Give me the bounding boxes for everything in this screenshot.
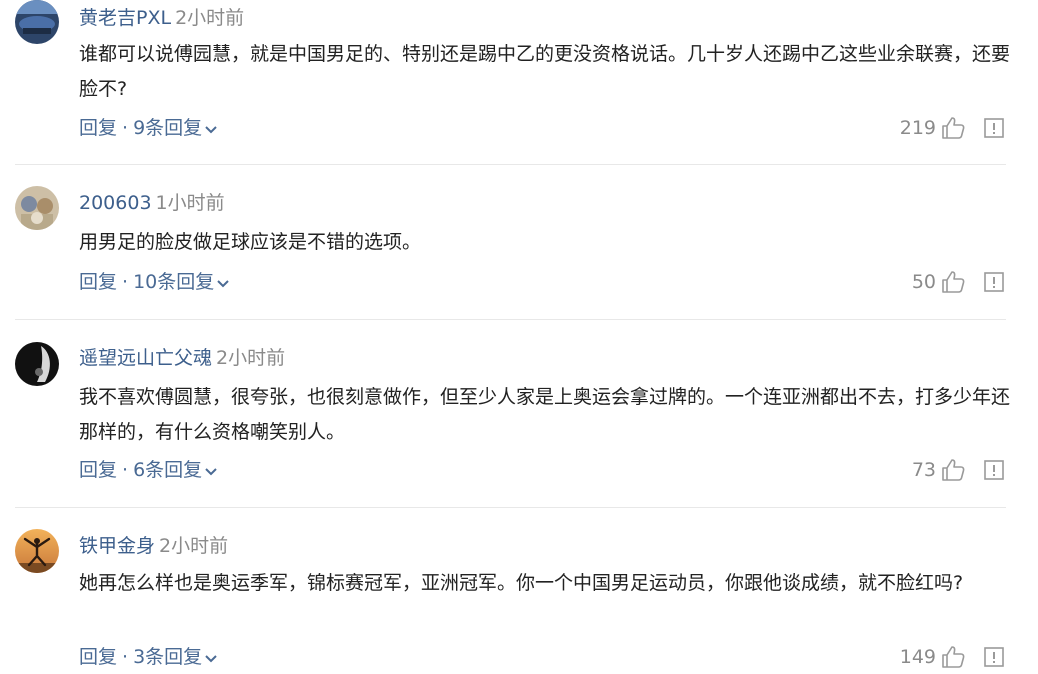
username[interactable]: 铁甲金身 [79, 535, 155, 557]
timestamp: 2小时前 [159, 535, 229, 557]
reply-button[interactable]: 回复 [79, 117, 117, 139]
report-icon[interactable] [982, 458, 1006, 482]
reply-button[interactable]: 回复 [79, 271, 117, 293]
separator: · [122, 459, 129, 481]
view-replies-button[interactable]: 6条回复 [133, 459, 202, 481]
chevron-down-icon[interactable] [204, 115, 218, 143]
reply-button[interactable]: 回复 [79, 459, 117, 481]
report-icon[interactable] [982, 645, 1006, 669]
like-count: 50 [911, 271, 936, 293]
chevron-down-icon[interactable] [204, 644, 218, 672]
comment-meta: 铁甲金身 2小时前 [79, 533, 228, 559]
report-icon[interactable] [982, 270, 1006, 294]
comment-actions: 回复 · 10条回复 [79, 268, 230, 296]
comment-right-actions: 50 [912, 268, 1006, 296]
comment-meta: 200603 1小时前 [79, 190, 225, 216]
user-avatar[interactable] [15, 342, 59, 386]
timestamp: 2小时前 [216, 347, 286, 369]
separator: · [122, 271, 129, 293]
reply-button[interactable]: 回复 [79, 646, 117, 668]
username[interactable]: 200603 [79, 192, 152, 214]
comment-text: 用男足的脸皮做足球应该是不错的选项。 [79, 231, 422, 253]
user-avatar[interactable] [15, 0, 59, 44]
comment-actions: 回复 · 9条回复 [79, 114, 218, 142]
divider [15, 164, 1006, 165]
timestamp: 1小时前 [155, 192, 225, 214]
comment-text: 谁都可以说傅园慧，就是中国男足的、特别还是踢中乙的更没资格说话。几十岁人还踢中乙… [79, 43, 1011, 100]
comment-text: 我不喜欢傅圆慧，很夸张，也很刻意做作，但至少人家是上奥运会拿过牌的。一个连亚洲都… [79, 386, 1011, 443]
view-replies-button[interactable]: 3条回复 [133, 646, 202, 668]
user-avatar[interactable] [15, 186, 59, 230]
comment-meta: 黄老吉PXL 2小时前 [79, 5, 244, 31]
view-replies-button[interactable]: 9条回复 [133, 117, 202, 139]
report-icon[interactable] [982, 116, 1006, 140]
thumbs-up-icon[interactable] [940, 269, 966, 295]
thumbs-up-icon[interactable] [940, 115, 966, 141]
comment-actions: 回复 · 3条回复 [79, 643, 218, 671]
like-count: 73 [911, 459, 936, 481]
chevron-down-icon[interactable] [204, 457, 218, 485]
divider [15, 507, 1006, 508]
thumbs-up-icon[interactable] [940, 457, 966, 483]
comment-meta: 遥望远山亡父魂 2小时前 [79, 345, 285, 371]
separator: · [122, 117, 129, 139]
timestamp: 2小时前 [175, 7, 245, 29]
username[interactable]: 遥望远山亡父魂 [79, 347, 212, 369]
user-avatar[interactable] [15, 529, 59, 573]
divider [15, 319, 1006, 320]
comment-actions: 回复 · 6条回复 [79, 456, 218, 484]
like-count: 149 [899, 646, 936, 668]
comment-text: 她再怎么样也是奥运季军，锦标赛冠军，亚洲冠军。你一个中国男足运动员，你跟他谈成绩… [79, 572, 964, 594]
comment-right-actions: 149 [900, 643, 1006, 671]
comment-right-actions: 219 [900, 114, 1006, 142]
view-replies-button[interactable]: 10条回复 [133, 271, 214, 293]
separator: · [122, 646, 129, 668]
comment-right-actions: 73 [912, 456, 1006, 484]
like-count: 219 [899, 117, 936, 139]
username[interactable]: 黄老吉PXL [79, 7, 171, 29]
chevron-down-icon[interactable] [216, 269, 230, 297]
thumbs-up-icon[interactable] [940, 644, 966, 670]
